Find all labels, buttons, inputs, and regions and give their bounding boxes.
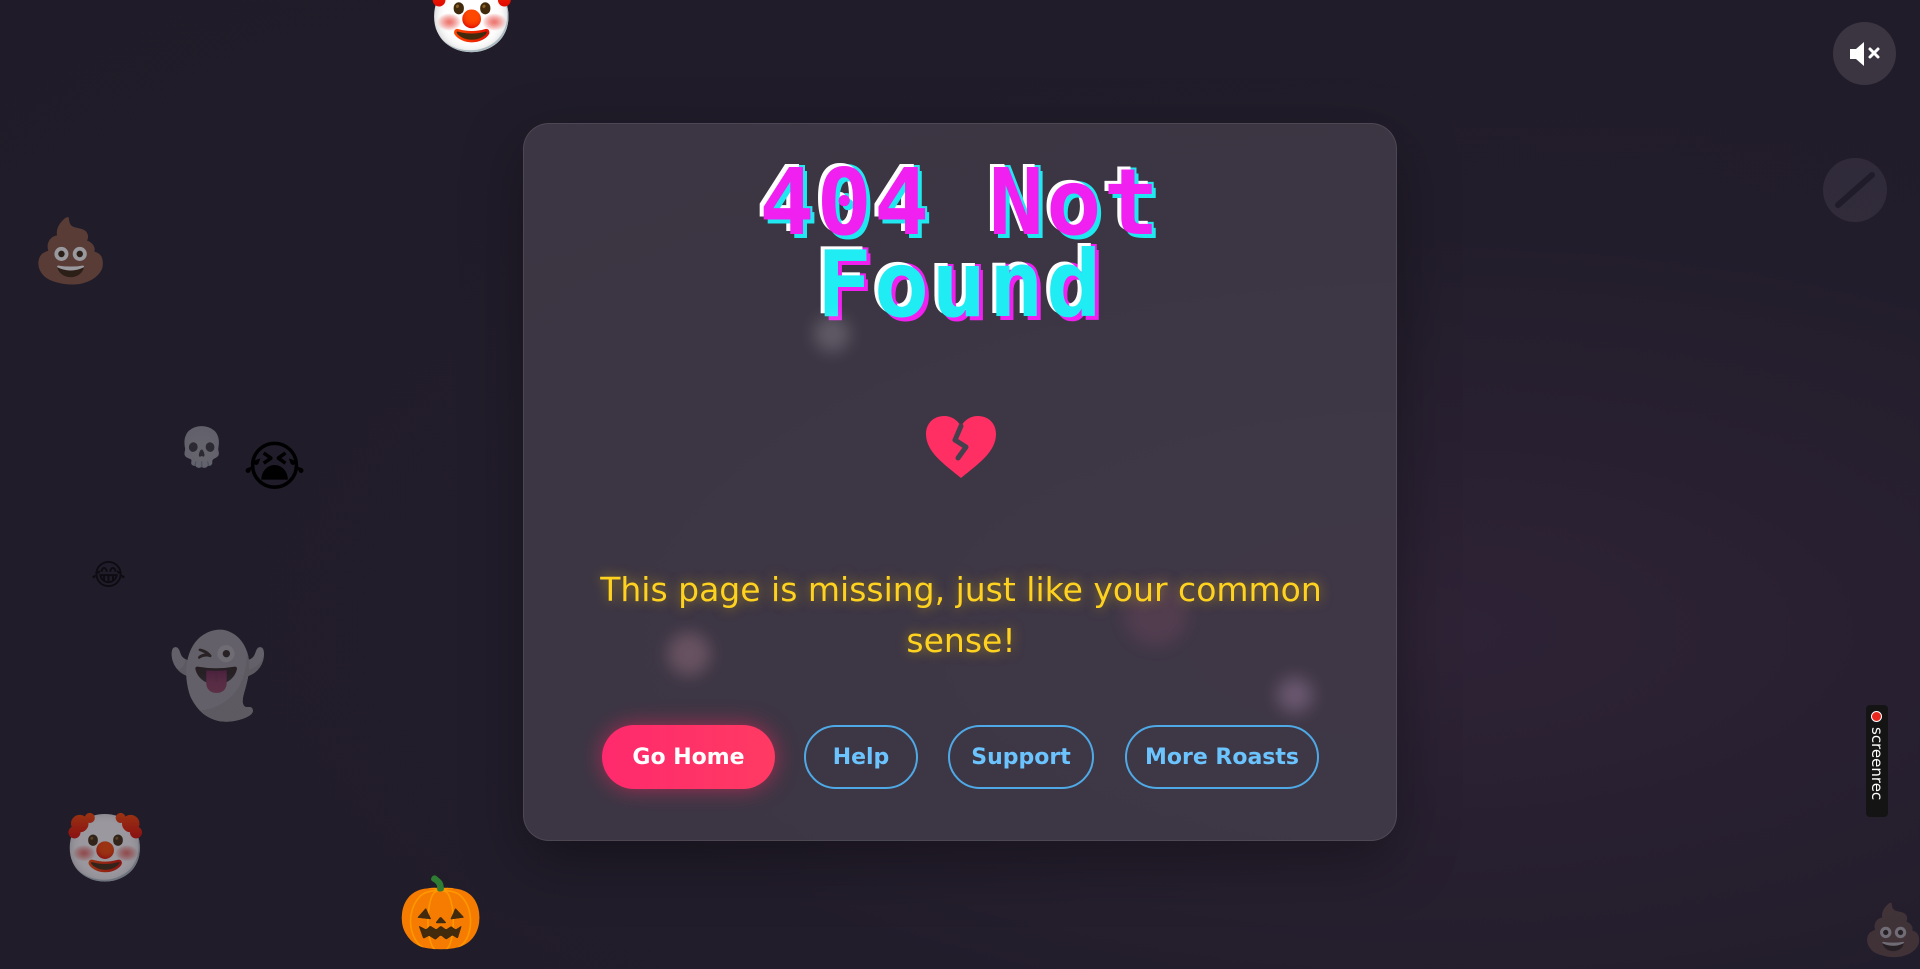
- crying-emoji: 😭: [243, 435, 307, 498]
- action-buttons: Go Home Help Support More Roasts: [524, 725, 1396, 791]
- screen-recorder-badge[interactable]: screenrec: [1866, 705, 1888, 817]
- record-dot-icon: [1871, 711, 1882, 722]
- broken-heart-icon: [926, 416, 996, 478]
- laughing-emoji: 😂: [91, 558, 127, 593]
- go-home-button[interactable]: Go Home: [602, 725, 775, 789]
- error-message: This page is missing, just like your com…: [600, 570, 1322, 660]
- pumpkin-emoji: 🎃: [397, 872, 485, 954]
- speaker-muted-icon: [1849, 41, 1879, 66]
- mute-toggle-button[interactable]: [1833, 22, 1896, 85]
- recorder-label: screenrec: [1868, 727, 1886, 801]
- bokeh-glow: [1277, 677, 1313, 713]
- faint-circle-icon: [1823, 158, 1887, 222]
- page-title: 404 Not Found: [524, 157, 1396, 338]
- more-roasts-button[interactable]: More Roasts: [1125, 725, 1319, 789]
- poop-emoji-corner: 💩: [1862, 901, 1920, 959]
- clown-emoji-top: 🤡: [428, 0, 516, 58]
- poop-emoji-left: 💩: [32, 214, 110, 287]
- bokeh-glow: [814, 316, 850, 352]
- help-button[interactable]: Help: [804, 725, 918, 789]
- title-line-2: Found: [816, 231, 1104, 338]
- skull-emoji: 💀: [178, 425, 226, 469]
- clown-emoji-bottom: 🤡: [64, 810, 147, 887]
- error-card: 404 Not Found This page is missing, just…: [523, 123, 1397, 841]
- ghost-emoji: 👻: [168, 629, 268, 722]
- support-button[interactable]: Support: [948, 725, 1094, 789]
